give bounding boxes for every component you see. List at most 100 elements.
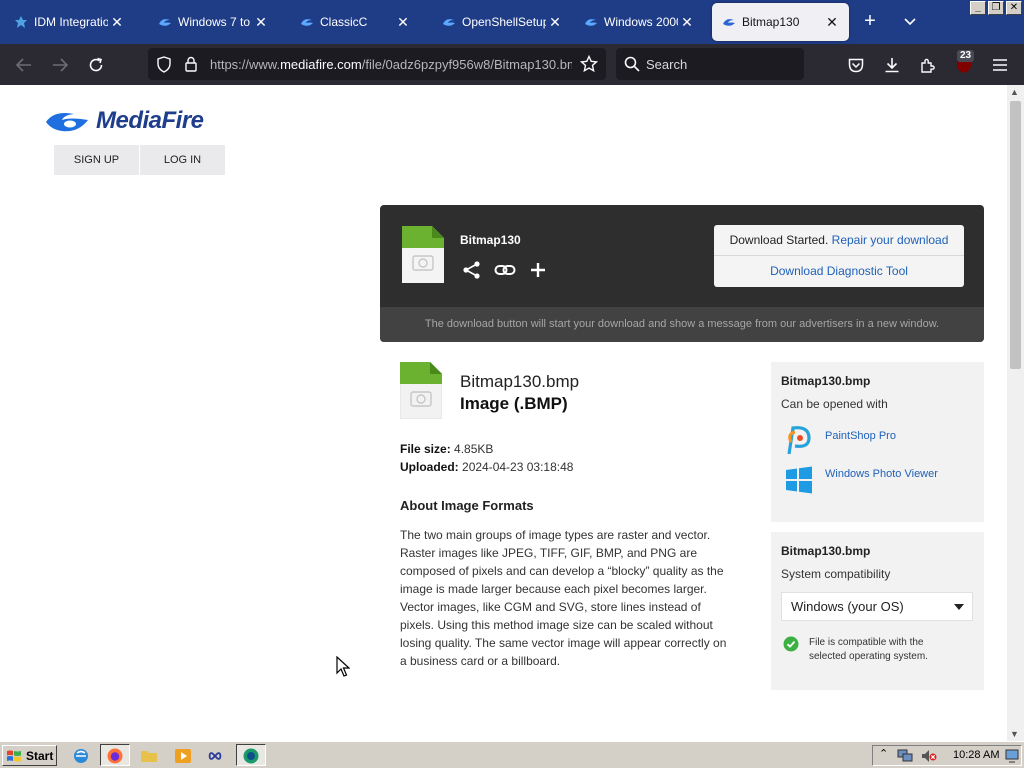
link-icon[interactable] [494,260,516,280]
uploaded-value: 2024-04-23 03:18:48 [462,460,574,474]
scroll-up-arrow-icon[interactable]: ▲ [1010,87,1019,97]
list-all-tabs-button[interactable] [900,12,920,32]
active-app-taskbar-button[interactable] [236,744,266,766]
close-tab-icon[interactable]: ✕ [678,14,696,31]
dropdown-caret-icon [954,604,964,610]
infinity-app-icon[interactable] [206,747,224,765]
back-button[interactable] [12,53,36,77]
start-button[interactable]: Start [2,745,57,766]
close-tab-icon[interactable]: ✕ [108,14,126,31]
bookmark-star-icon[interactable] [580,55,598,73]
tab-label: ClassicC [320,15,368,29]
os-select-value: Windows (your OS) [791,599,904,614]
check-circle-icon [783,636,799,652]
shield-icon[interactable] [156,56,172,73]
forward-button[interactable] [48,53,72,77]
restore-window-button[interactable]: ❐ [988,1,1004,15]
reload-button[interactable] [84,53,108,77]
compatibility-subtitle: System compatibility [781,567,891,581]
reload-icon [89,57,103,72]
uploaded-row: Uploaded: 2024-04-23 03:18:48 [400,460,574,474]
tab-windows2000[interactable]: Windows 2000 Br ✕ [574,3,704,41]
download-file-name: Bitmap130 [460,233,521,247]
url-bar[interactable]: https://www.mediafire.com/file/0adz6pzpy… [148,48,606,80]
search-icon [624,56,640,72]
app-paintshop-pro[interactable]: PaintShop Pro [785,424,896,458]
start-label: Start [26,748,54,763]
app-windows-photo-viewer[interactable]: Windows Photo Viewer [785,466,938,494]
add-icon[interactable] [528,260,548,280]
lock-icon[interactable] [184,56,198,72]
downloads-button[interactable] [880,53,904,77]
media-player-icon[interactable] [174,747,192,765]
compatibility-message: File is compatible with the selected ope… [809,637,928,662]
mediafire-icon [301,19,313,26]
globe-app-icon [243,748,259,764]
new-tab-button[interactable]: + [858,10,882,34]
share-icon[interactable] [462,260,482,280]
mouse-cursor-icon [336,656,350,677]
log-in-button[interactable]: LOG IN [139,145,225,175]
tab-label: Windows 2000 Br [604,15,678,29]
tab-label: IDM Integration M [34,15,108,29]
tab-idm-integration[interactable]: IDM Integration M ✕ [4,3,134,41]
pocket-icon [848,58,864,72]
idm-icon [15,16,27,28]
open-with-subtitle: Can be opened with [781,397,888,411]
tab-windows7[interactable]: Windows 7 to Win ✕ [148,3,278,41]
minimize-window-button[interactable]: _ [970,1,986,15]
extension-badge: 23 [957,50,975,62]
file-size-value: 4.85KB [454,442,494,456]
tab-strip: IDM Integration M ✕ Windows 7 to Win ✕ C… [0,0,1024,44]
download-box: Bitmap130 Download Started. Repair your … [380,205,984,342]
url-text[interactable]: https://www.mediafire.com/file/0adz6pzpy… [210,57,572,72]
volume-muted-icon[interactable] [921,749,937,763]
mediafire-logo[interactable]: MediaFire [44,107,204,135]
close-window-button[interactable]: ✕ [1006,1,1022,15]
close-tab-icon[interactable]: ✕ [394,14,412,31]
internet-explorer-icon[interactable] [72,747,90,765]
mediafire-icon [443,19,455,26]
download-diagnostic-link[interactable]: Download Diagnostic Tool [714,256,964,287]
file-size-row: File size: 4.85KB [400,442,494,456]
app-name[interactable]: PaintShop Pro [825,430,896,442]
close-tab-icon[interactable]: ✕ [252,14,270,31]
close-tab-icon[interactable]: ✕ [823,14,841,31]
vertical-scrollbar[interactable]: ▲ ▼ [1007,85,1024,741]
compatibility-status: File is compatible with the selected ope… [783,636,959,664]
image-file-icon [400,362,442,419]
chevron-down-icon [904,18,916,26]
network-icon[interactable] [897,749,913,763]
os-select[interactable]: Windows (your OS) [781,592,973,621]
about-heading: About Image Formats [400,498,534,513]
extensions-button[interactable] [916,53,940,77]
tab-openshell[interactable]: OpenShellSetup_ ✕ [432,3,572,41]
windows-flag-icon [7,750,21,761]
sign-up-button[interactable]: SIGN UP [54,145,139,175]
firefox-taskbar-button[interactable] [100,744,130,766]
open-with-title: Bitmap130.bmp [781,374,871,388]
arrow-left-icon [16,58,31,72]
download-started-text: Download Started. [729,233,829,247]
file-type-heading: Image (.BMP) [460,394,568,413]
search-bar[interactable]: Search [616,48,804,80]
arrow-right-icon [53,58,68,72]
folder-icon[interactable] [140,747,158,765]
page-content: MediaFire SIGN UP LOG IN Bitmap130 Downl… [0,85,1007,741]
menu-button[interactable] [988,53,1012,77]
repair-download-link[interactable]: Repair your download [832,233,949,247]
tab-label: Windows 7 to Win [178,15,252,29]
tab-bitmap130[interactable]: Bitmap130 ✕ [712,3,849,41]
monitor-icon[interactable] [1005,749,1019,763]
scrollbar-thumb[interactable] [1010,101,1021,369]
close-tab-icon[interactable]: ✕ [546,14,564,31]
tab-label: OpenShellSetup_ [462,15,546,29]
scroll-down-arrow-icon[interactable]: ▼ [1010,729,1019,739]
app-name[interactable]: Windows Photo Viewer [825,468,938,480]
about-text: The two main groups of image types are r… [400,528,727,668]
windows-logo-icon [786,466,812,494]
tab-classicc[interactable]: ClassicC ✕ [290,3,420,41]
mediafire-icon [723,19,735,26]
pocket-button[interactable] [844,53,868,77]
tray-expand-icon[interactable]: ⌃ [879,747,888,760]
